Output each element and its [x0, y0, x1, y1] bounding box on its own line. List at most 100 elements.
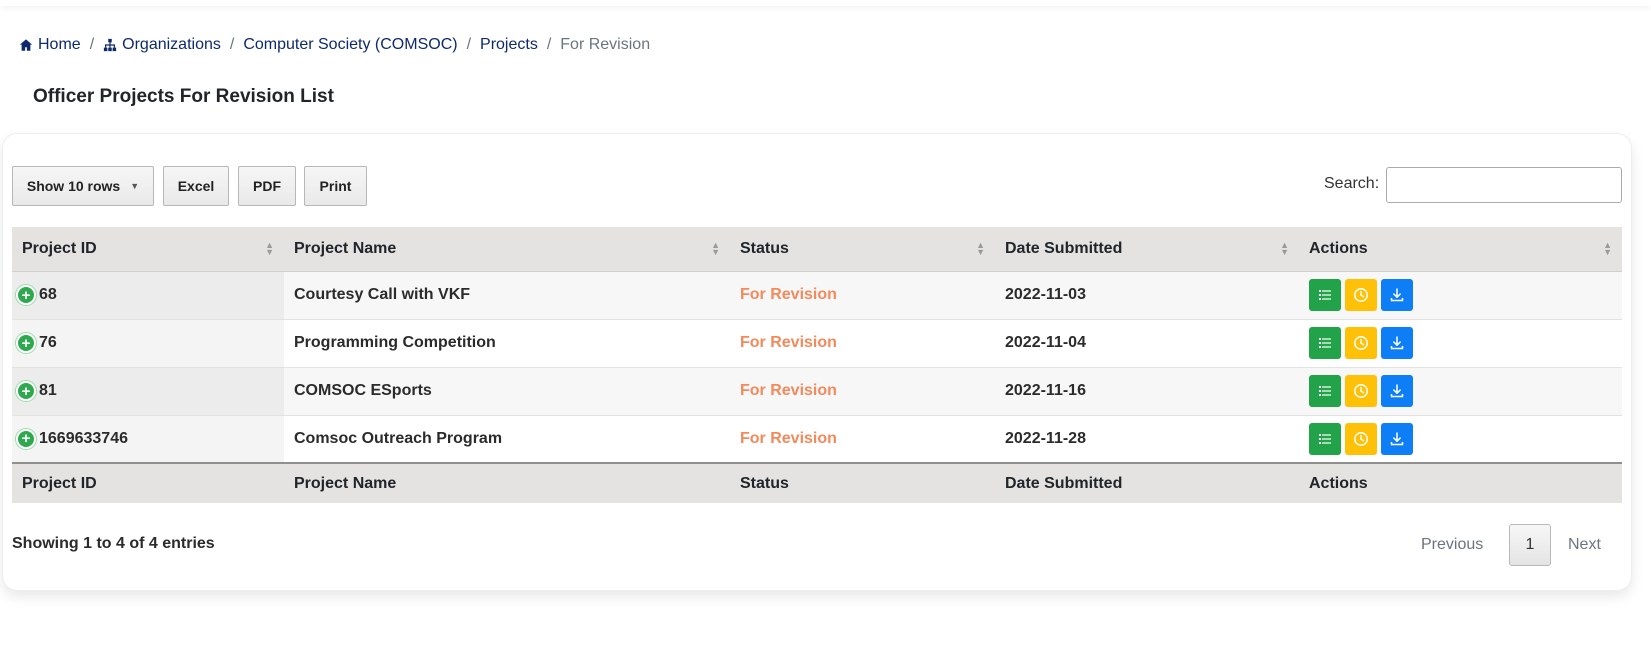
table-footer-row: Project ID Project Name Status Date Subm… [12, 462, 1622, 503]
table-row: +81 COMSOC ESports For Revision 2022-11-16 [12, 366, 1622, 415]
download-icon [1389, 431, 1405, 447]
clock-icon [1353, 335, 1369, 351]
download-button[interactable] [1381, 279, 1413, 311]
view-details-button[interactable] [1309, 327, 1341, 359]
list-icon [1318, 336, 1332, 350]
project-id: 68 [39, 286, 57, 303]
breadcrumb-separator: / [229, 36, 235, 53]
history-button[interactable] [1345, 422, 1377, 455]
clock-icon [1353, 287, 1369, 303]
view-details-button[interactable] [1309, 375, 1341, 407]
cell-date-submitted: 2022-11-16 [995, 366, 1299, 415]
cell-actions [1299, 414, 1622, 463]
cell-actions [1299, 318, 1622, 367]
breadcrumb-org[interactable]: Computer Society (COMSOC) [243, 36, 457, 54]
search-input[interactable] [1386, 167, 1622, 203]
view-details-button[interactable] [1309, 422, 1341, 455]
table-info: Showing 1 to 4 of 4 entries [12, 535, 215, 552]
breadcrumb-home-label: Home [38, 36, 81, 53]
cell-date-submitted: 2022-11-03 [995, 270, 1299, 319]
header-label: Project ID [22, 239, 97, 257]
cell-project-id: +76 [12, 318, 284, 367]
sort-icon: ▲ ▼ [1603, 240, 1612, 257]
project-id: 76 [39, 334, 57, 351]
search-label: Search: [1324, 175, 1380, 192]
expand-row-icon[interactable]: + [16, 381, 36, 401]
header-project-id[interactable]: Project ID ▲ ▼ [12, 227, 284, 272]
footer-project-id: Project ID [12, 462, 284, 503]
list-icon [1318, 384, 1332, 398]
table-header-row: Project ID ▲ ▼ Project Name ▲ ▼ Status ▲ ▼ Dat… [12, 227, 1622, 272]
view-details-button[interactable] [1309, 279, 1341, 311]
download-icon [1389, 287, 1405, 303]
cell-project-id: +68 [12, 270, 284, 319]
next-page-button[interactable]: Next [1568, 536, 1601, 554]
breadcrumb-current: For Revision [560, 36, 651, 53]
cell-actions [1299, 366, 1622, 415]
clock-icon [1353, 431, 1369, 447]
sort-icon: ▲ ▼ [1280, 240, 1289, 257]
breadcrumb-separator: / [546, 36, 552, 53]
breadcrumb: Home / Organizations / Computer Society … [19, 36, 650, 54]
page-title: Officer Projects For Revision List [33, 86, 334, 107]
history-button[interactable] [1345, 375, 1377, 407]
caret-down-icon: ▼ [130, 181, 140, 191]
download-icon [1389, 335, 1405, 351]
sort-icon: ▲ ▼ [711, 240, 720, 257]
breadcrumb-projects[interactable]: Projects [480, 36, 538, 54]
cell-status: For Revision [730, 318, 995, 367]
projects-table: Project ID ▲ ▼ Project Name ▲ ▼ Status ▲ ▼ Dat… [12, 227, 1622, 503]
footer-date-submitted: Date Submitted [995, 462, 1299, 503]
footer-actions: Actions [1299, 462, 1622, 503]
download-icon [1389, 383, 1405, 399]
breadcrumb-organizations[interactable]: Organizations [103, 36, 221, 54]
cell-date-submitted: 2022-11-28 [995, 414, 1299, 463]
header-label: Status [740, 239, 789, 257]
cell-project-name: Comsoc Outreach Program [284, 414, 730, 463]
header-date-submitted[interactable]: Date Submitted ▲ ▼ [995, 227, 1299, 272]
pdf-button[interactable]: PDF [238, 166, 296, 206]
table-row: +76 Programming Competition For Revision 20… [12, 318, 1622, 367]
cell-project-name: Programming Competition [284, 318, 730, 367]
cell-date-submitted: 2022-11-04 [995, 318, 1299, 367]
print-button[interactable]: Print [304, 166, 367, 206]
expand-row-icon[interactable]: + [16, 428, 36, 449]
header-project-name[interactable]: Project Name ▲ ▼ [284, 227, 730, 272]
breadcrumb-home[interactable]: Home [19, 36, 81, 54]
footer-project-name: Project Name [284, 462, 730, 503]
cell-status: For Revision [730, 270, 995, 319]
previous-page-button[interactable]: Previous [1421, 536, 1483, 554]
footer-status: Status [730, 462, 995, 503]
home-icon [19, 39, 33, 51]
download-button[interactable] [1381, 422, 1413, 455]
list-icon [1318, 288, 1332, 302]
header-actions[interactable]: Actions ▲ ▼ [1299, 227, 1622, 272]
cell-project-id: +1669633746 [12, 414, 284, 463]
page-1-button[interactable]: 1 [1509, 524, 1551, 566]
cell-project-id: +81 [12, 366, 284, 415]
breadcrumb-separator: / [466, 36, 472, 53]
sort-icon: ▲ ▼ [976, 240, 985, 257]
history-button[interactable] [1345, 327, 1377, 359]
sort-icon: ▲ ▼ [265, 240, 274, 257]
show-rows-label: Show 10 rows [26, 178, 121, 194]
header-status[interactable]: Status ▲ ▼ [730, 227, 995, 272]
download-button[interactable] [1381, 375, 1413, 407]
expand-row-icon[interactable]: + [16, 285, 36, 305]
header-label: Project Name [294, 239, 397, 257]
breadcrumb-separator: / [89, 36, 95, 53]
cell-actions [1299, 270, 1622, 319]
clock-icon [1353, 383, 1369, 399]
excel-button[interactable]: Excel [163, 166, 229, 206]
header-label: Actions [1309, 239, 1368, 257]
expand-row-icon[interactable]: + [16, 333, 36, 353]
table-row: +68 Courtesy Call with VKF For Revision 202… [12, 270, 1622, 319]
cell-project-name: COMSOC ESports [284, 366, 730, 415]
download-button[interactable] [1381, 327, 1413, 359]
list-icon [1318, 432, 1332, 446]
history-button[interactable] [1345, 279, 1377, 311]
sitemap-icon [104, 38, 117, 52]
cell-status: For Revision [730, 366, 995, 415]
show-rows-button[interactable]: Show 10 rows ▼ [12, 166, 154, 206]
project-id: 81 [39, 382, 57, 399]
